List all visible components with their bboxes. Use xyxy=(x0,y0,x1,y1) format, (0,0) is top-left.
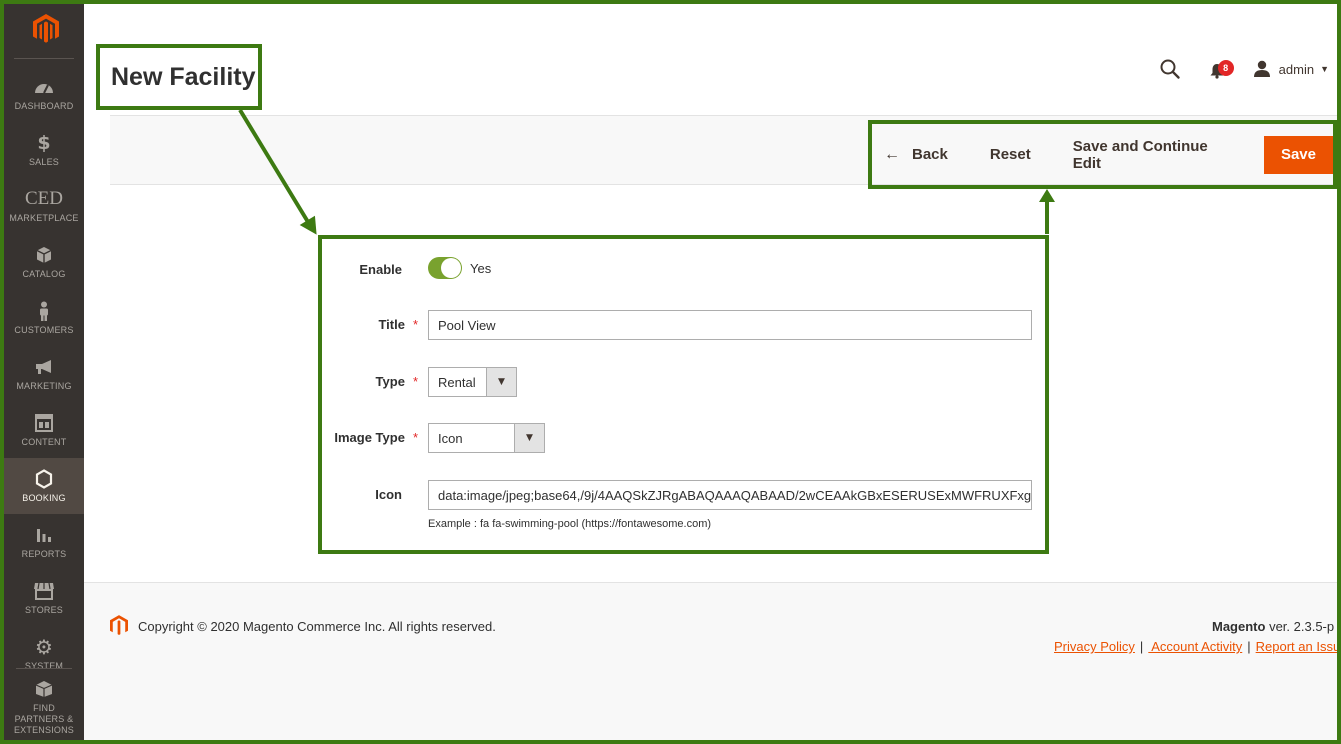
report-issue-link[interactable]: Report an Issu xyxy=(1256,639,1341,654)
sidebar-item-marketing[interactable]: MARKETING xyxy=(4,346,84,402)
image-type-select[interactable]: Icon ▼ xyxy=(428,423,545,453)
required-marker: * xyxy=(412,317,418,332)
magento-logo-icon xyxy=(33,14,59,43)
page-actions-highlight: ← Back Reset Save and Continue Edit Save xyxy=(868,120,1337,189)
sidebar-item-label: FIND PARTNERS & EXTENSIONS xyxy=(13,703,74,735)
notifications-button[interactable]: 8 xyxy=(1209,58,1234,80)
sidebar-item-label: SYSTEM xyxy=(24,661,64,671)
admin-account-menu[interactable]: admin ▼ xyxy=(1253,60,1329,78)
footer-links: Privacy Policy | Account Activity | Report … xyxy=(1054,639,1341,654)
sidebar-item-label: CATALOG xyxy=(22,269,66,279)
image-type-field-label: Image Type * xyxy=(334,430,418,445)
sidebar-item-label: CONTENT xyxy=(21,437,67,447)
sidebar-item-label: MARKETPLACE xyxy=(9,213,79,223)
enable-toggle[interactable] xyxy=(428,257,462,279)
icon-input[interactable]: data:image/jpeg;base64,/9j/4AAQSkZJRgABA… xyxy=(428,480,1032,510)
sidebar-item-content[interactable]: CONTENT xyxy=(4,402,84,458)
icon-field-label: Icon xyxy=(375,487,402,502)
dropdown-arrow-icon: ▼ xyxy=(514,424,544,452)
magento-footer-logo-icon xyxy=(110,615,128,640)
title-field-label: Title * xyxy=(378,317,418,332)
dollar-icon: $ xyxy=(37,132,51,154)
type-select[interactable]: Rental ▼ xyxy=(428,367,517,397)
copyright-text: Copyright © 2020 Magento Commerce Inc. A… xyxy=(138,619,496,634)
privacy-policy-link[interactable]: Privacy Policy xyxy=(1054,639,1135,654)
type-field-label: Type * xyxy=(375,374,418,389)
sidebar-item-reports[interactable]: REPORTS xyxy=(4,514,84,570)
admin-username: admin xyxy=(1278,61,1315,77)
sidebar-item-dashboard[interactable]: DASHBOARD xyxy=(4,66,84,122)
sidebar-item-label: SALES xyxy=(28,157,60,167)
account-activity-link[interactable]: Account Activity xyxy=(1148,639,1242,654)
caret-down-icon: ▼ xyxy=(1320,64,1329,74)
sidebar-item-catalog[interactable]: CATALOG xyxy=(4,234,84,290)
sidebar-item-stores[interactable]: STORES xyxy=(4,570,84,626)
megaphone-icon xyxy=(34,356,54,378)
back-button-label: Back xyxy=(912,146,948,163)
sidebar-item-label: BOOKING xyxy=(22,493,66,503)
person-icon xyxy=(37,300,51,322)
ced-icon: CED xyxy=(25,188,63,209)
icon-field-note: Example : fa fa-swimming-pool (https://f… xyxy=(428,518,712,530)
back-button[interactable]: ← Back xyxy=(884,146,948,164)
gear-icon: ⚙ xyxy=(35,635,53,659)
bar-chart-icon xyxy=(35,524,53,546)
store-icon xyxy=(33,580,55,602)
save-button[interactable]: Save xyxy=(1263,135,1333,174)
toggle-knob xyxy=(441,258,461,278)
page-title-highlight: New Facility xyxy=(96,44,262,110)
sidebar-item-label: CUSTOMERS xyxy=(14,325,74,335)
sidebar-item-customers[interactable]: CUSTOMERS xyxy=(4,290,84,346)
dashboard-icon xyxy=(34,76,54,98)
sidebar-item-label: STORES xyxy=(24,605,64,615)
title-input[interactable]: Pool View xyxy=(428,310,1032,340)
required-marker: * xyxy=(412,430,418,445)
magento-logo[interactable] xyxy=(26,4,66,54)
search-icon[interactable] xyxy=(1159,58,1181,80)
sidebar-item-label: REPORTS xyxy=(21,549,67,559)
dropdown-arrow-icon: ▼ xyxy=(486,368,516,396)
box-icon xyxy=(34,678,54,700)
save-and-continue-button[interactable]: Save and Continue Edit xyxy=(1073,138,1238,172)
required-marker: * xyxy=(412,374,418,389)
version-text: Magento ver. 2.3.5-p xyxy=(1212,619,1335,634)
sidebar-item-label: DASHBOARD xyxy=(14,101,74,111)
page-footer: Copyright © 2020 Magento Commerce Inc. A… xyxy=(84,582,1341,740)
hexagon-icon xyxy=(35,468,53,490)
cube-icon xyxy=(35,244,53,266)
layout-icon xyxy=(35,412,53,434)
sidebar-item-system[interactable]: ⚙ SYSTEM xyxy=(4,626,84,682)
sidebar-divider xyxy=(16,668,72,669)
user-icon xyxy=(1253,60,1270,77)
sidebar-item-marketplace[interactable]: CED MARKETPLACE xyxy=(4,178,84,234)
notification-count-badge: 8 xyxy=(1217,60,1234,76)
sidebar-item-booking[interactable]: BOOKING xyxy=(4,458,84,514)
page-title: New Facility xyxy=(111,62,256,91)
enable-label: Enable xyxy=(359,262,402,277)
sidebar-item-label: MARKETING xyxy=(16,381,72,391)
reset-button[interactable]: Reset xyxy=(990,146,1031,163)
sidebar-item-sales[interactable]: $ SALES xyxy=(4,122,84,178)
enable-toggle-text: Yes xyxy=(470,261,492,276)
type-select-value: Rental xyxy=(438,374,476,390)
admin-sidebar: DASHBOARD $ SALES CED MARKETPLACE CATALO… xyxy=(4,4,84,740)
header-actions: 8 admin ▼ xyxy=(1159,58,1329,80)
facility-form: Enable Yes Title * Pool View Type * Rental… xyxy=(318,235,1049,554)
image-type-select-value: Icon xyxy=(438,430,463,446)
arrow-left-icon: ← xyxy=(884,145,900,163)
sidebar-divider xyxy=(14,58,74,59)
sidebar-item-partners[interactable]: FIND PARTNERS & EXTENSIONS xyxy=(4,676,84,738)
